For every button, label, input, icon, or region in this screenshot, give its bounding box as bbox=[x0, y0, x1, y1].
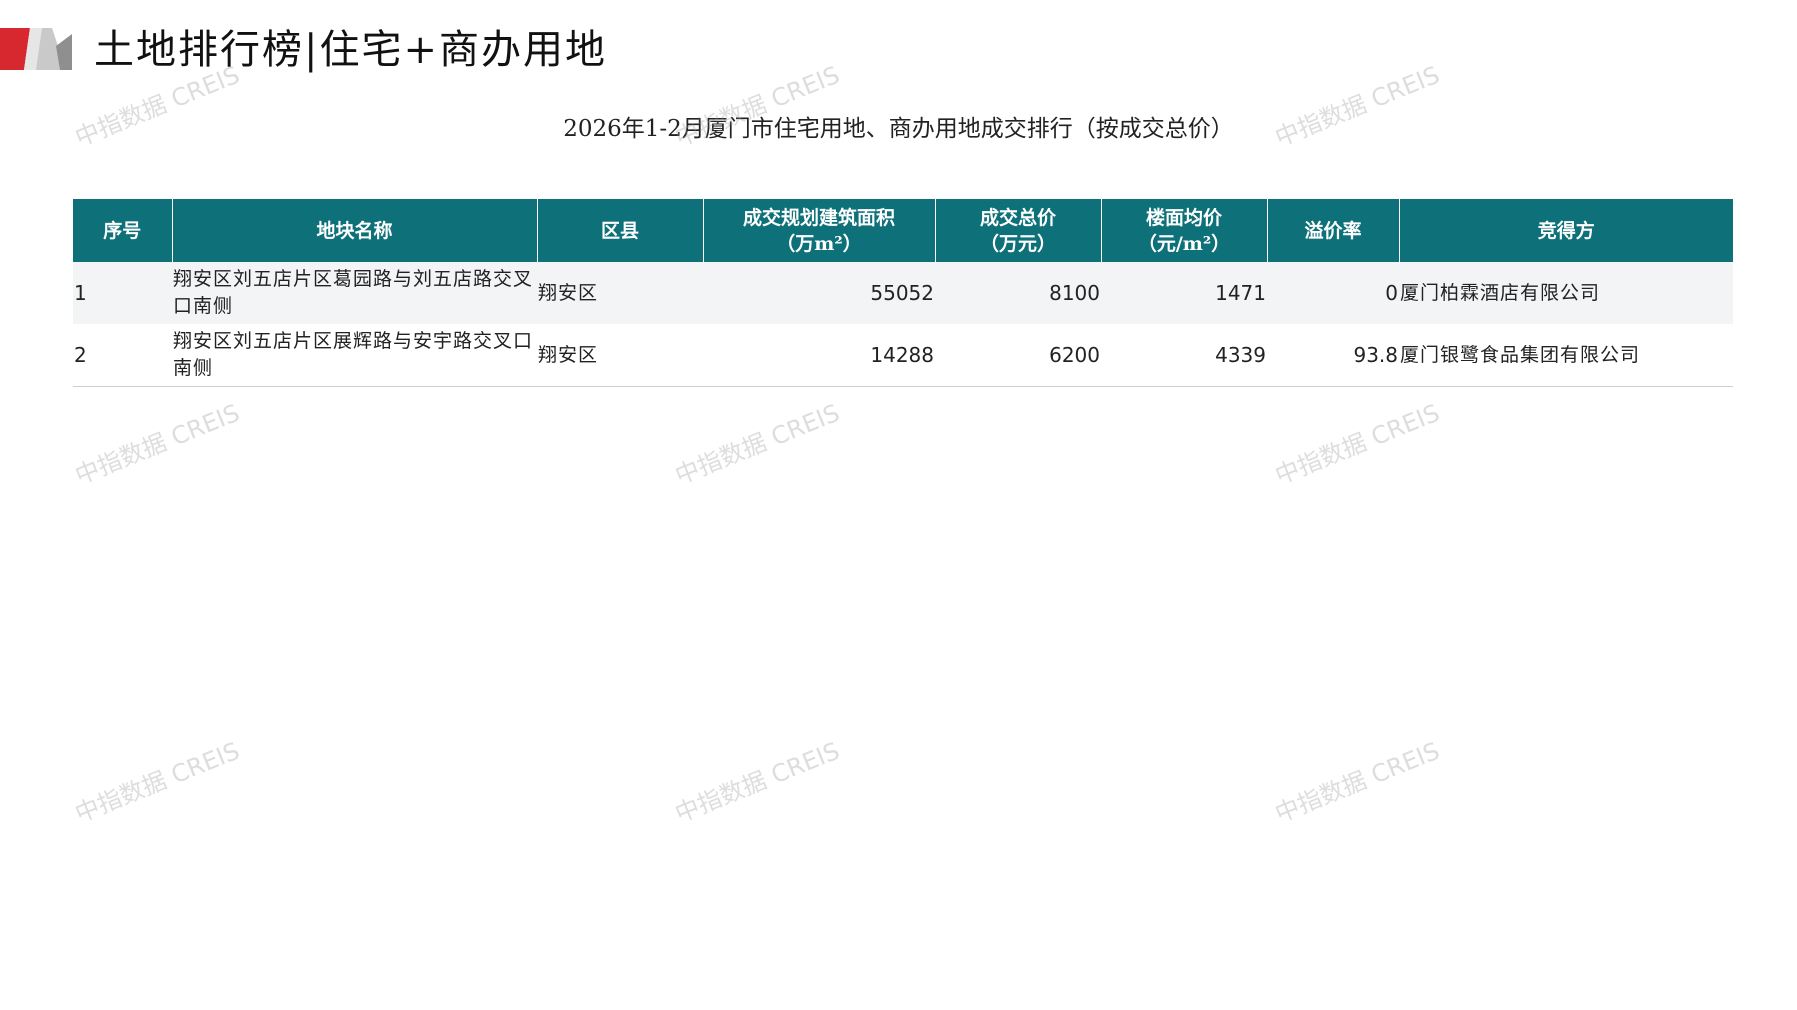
cell-area: 55052 bbox=[703, 262, 935, 324]
column-header-label: 序号 bbox=[103, 219, 142, 242]
cell-index: 1 bbox=[73, 262, 172, 324]
table-row: 1 翔安区刘五店片区葛园路与刘五店路交叉口南侧 翔安区 55052 8100 1… bbox=[73, 262, 1733, 324]
column-header-unit: （万元） bbox=[979, 232, 1056, 255]
table-header-row: 序号 地块名称 区县 成交规划建筑面积 （万m²） 成交总价 （万元） 楼面均价 （元… bbox=[73, 199, 1733, 262]
column-header-area: 成交规划建筑面积 （万m²） bbox=[703, 199, 936, 262]
cell-unit-price: 1471 bbox=[1101, 262, 1267, 324]
cell-parcel: 翔安区刘五店片区展辉路与安宇路交叉口南侧 bbox=[172, 324, 537, 387]
table-row: 2 翔安区刘五店片区展辉路与安宇路交叉口南侧 翔安区 14288 6200 43… bbox=[73, 324, 1733, 387]
page-title: 土地排行榜|住宅+商办用地 bbox=[94, 27, 607, 73]
column-header-unit: （万m²） bbox=[776, 232, 862, 255]
cell-area: 14288 bbox=[703, 324, 935, 387]
watermark: 中指数据 CREIS bbox=[671, 736, 844, 829]
column-header-unit: （元/m²） bbox=[1137, 232, 1231, 255]
watermark: 中指数据 CREIS bbox=[71, 736, 244, 829]
column-header-label: 楼面均价 bbox=[1145, 206, 1222, 229]
cell-winner: 厦门银鹭食品集团有限公司 bbox=[1399, 324, 1733, 387]
brand-logo-icon bbox=[0, 28, 72, 70]
cell-premium: 0 bbox=[1267, 262, 1399, 324]
column-header-label: 成交规划建筑面积 bbox=[742, 206, 895, 229]
cell-district: 翔安区 bbox=[537, 262, 703, 324]
table-caption: 2026年1-2月厦门市住宅用地、商办用地成交排行（按成交总价） bbox=[563, 116, 1234, 142]
cell-total-price: 6200 bbox=[935, 324, 1101, 387]
cell-index: 2 bbox=[73, 324, 172, 387]
cell-unit-price: 4339 bbox=[1101, 324, 1267, 387]
column-header-total-price: 成交总价 （万元） bbox=[935, 199, 1102, 262]
land-ranking-table: 序号 地块名称 区县 成交规划建筑面积 （万m²） 成交总价 （万元） 楼面均价 （元… bbox=[73, 199, 1733, 387]
column-header-unit-price: 楼面均价 （元/m²） bbox=[1101, 199, 1268, 262]
cell-premium: 93.8 bbox=[1267, 324, 1399, 387]
column-header-winner: 竞得方 bbox=[1399, 199, 1733, 262]
column-header-label: 成交总价 bbox=[979, 206, 1056, 229]
column-header-premium: 溢价率 bbox=[1267, 199, 1400, 262]
column-header-label: 区县 bbox=[600, 219, 639, 242]
column-header-index: 序号 bbox=[73, 199, 173, 262]
column-header-district: 区县 bbox=[537, 199, 704, 262]
watermark: 中指数据 CREIS bbox=[71, 398, 244, 491]
watermark: 中指数据 CREIS bbox=[671, 398, 844, 491]
column-header-label: 地块名称 bbox=[316, 219, 393, 242]
column-header-label: 溢价率 bbox=[1304, 219, 1362, 242]
cell-parcel: 翔安区刘五店片区葛园路与刘五店路交叉口南侧 bbox=[172, 262, 537, 324]
column-header-label: 竞得方 bbox=[1537, 219, 1595, 242]
cell-district: 翔安区 bbox=[537, 324, 703, 387]
watermark: 中指数据 CREIS bbox=[1271, 398, 1444, 491]
cell-total-price: 8100 bbox=[935, 262, 1101, 324]
column-header-parcel: 地块名称 bbox=[172, 199, 538, 262]
watermark: 中指数据 CREIS bbox=[1271, 736, 1444, 829]
cell-winner: 厦门柏霖酒店有限公司 bbox=[1399, 262, 1733, 324]
